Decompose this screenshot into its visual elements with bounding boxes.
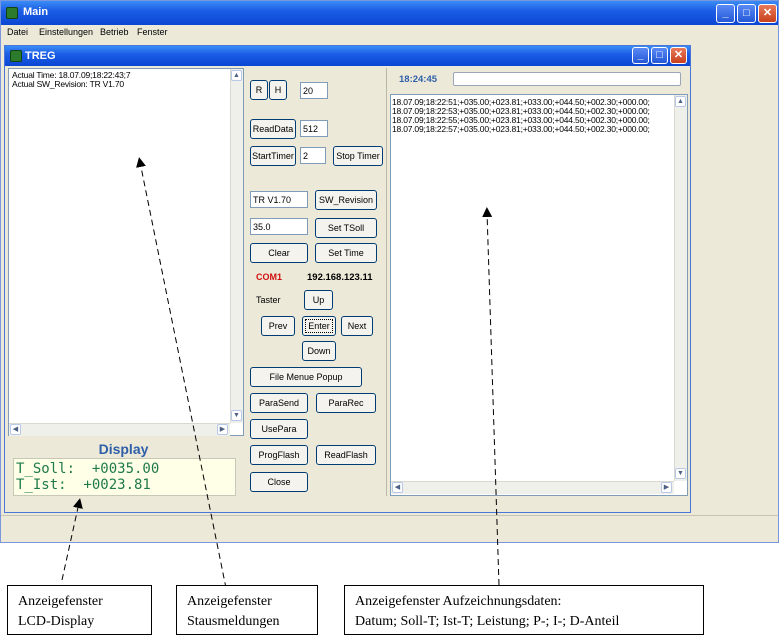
callout-status-line2: Stausmeldungen xyxy=(187,614,280,629)
lcd-arrow xyxy=(61,498,83,581)
status-arrow xyxy=(136,157,229,599)
callout-lcd: Anzeigefenster LCD-Display xyxy=(7,585,152,635)
callout-record-line2: Datum; Soll-T; Ist-T; Leistung; P-; I-; … xyxy=(355,614,620,629)
callout-record-line1: Anzeigefenster Aufzeichnungsdaten: xyxy=(355,594,562,609)
callout-status: Anzeigefenster Stausmeldungen xyxy=(176,585,318,635)
callout-lcd-line1: Anzeigefenster xyxy=(18,594,103,609)
callout-status-line1: Anzeigefenster xyxy=(187,594,272,609)
callout-record: Anzeigefenster Aufzeichnungsdaten: Datum… xyxy=(344,585,704,635)
record-arrow xyxy=(482,207,500,586)
callout-lcd-line2: LCD-Display xyxy=(18,614,95,629)
annotation-arrows xyxy=(61,157,500,599)
